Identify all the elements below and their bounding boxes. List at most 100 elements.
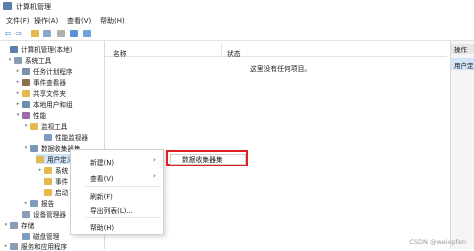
tree-toggle[interactable]: ▸ xyxy=(14,79,22,85)
tree-toggle[interactable]: ▾ xyxy=(22,123,30,129)
context-menu-view[interactable]: 查看(V) › xyxy=(71,170,163,183)
device-manager-icon xyxy=(22,210,30,218)
column-header-name[interactable]: 名称 xyxy=(113,48,127,58)
menu-item-label: 刷新(F) xyxy=(90,193,113,201)
tree-node-label: 用户定义 xyxy=(47,156,70,164)
submenu-item-label: 数据收集器集 xyxy=(182,156,223,164)
tree-toggle[interactable]: ▾ xyxy=(22,145,30,151)
column-header-status[interactable]: 状态 xyxy=(227,48,241,58)
empty-list-message: 这里没有任何项目。 xyxy=(250,65,312,73)
tree-node-performance[interactable]: ▾ 性能 xyxy=(14,110,46,120)
tree-node-label: 本地用户和组 xyxy=(33,101,73,109)
tree-node-storage[interactable]: ▾ 存储 xyxy=(2,220,34,230)
data-collector-icon xyxy=(30,144,38,152)
folder-icon xyxy=(22,89,30,97)
folder-icon xyxy=(30,122,38,130)
clock-icon xyxy=(22,67,30,75)
tree-node-label: 系统工具 xyxy=(25,57,52,65)
tree-node-disk-management[interactable]: 磁盘管理 xyxy=(14,231,59,241)
export-icon[interactable] xyxy=(82,29,92,38)
tree-node-label: 监视工具 xyxy=(41,123,68,131)
back-icon[interactable]: ⇦ xyxy=(3,29,13,38)
tools-icon xyxy=(14,56,22,64)
up-folder-icon[interactable] xyxy=(30,29,40,38)
tree-node-label: 存储 xyxy=(21,222,35,230)
tree-node-event-trace[interactable]: 事件 xyxy=(44,176,70,186)
submenu-data-collector-set[interactable]: 数据收集器集 xyxy=(166,150,248,166)
menu-item-label: 新建(N) xyxy=(90,159,114,167)
services-icon xyxy=(10,242,18,250)
tree-toggle[interactable]: ▾ xyxy=(2,222,10,228)
disk-icon xyxy=(22,232,30,240)
menu-view[interactable]: 查看(V) xyxy=(67,16,91,26)
actions-header: 操作 xyxy=(451,44,474,54)
tree-node-label: 任务计划程序 xyxy=(33,68,73,76)
menu-item-label: 导出列表(L)... xyxy=(90,207,133,215)
tree-node-startup-trace[interactable]: 启动 xyxy=(44,187,70,197)
tree-node-shared-folders[interactable]: ▸ 共享文件夹 xyxy=(14,88,66,98)
forward-icon[interactable]: ⇨ xyxy=(14,29,24,38)
context-menu-new[interactable]: 新建(N) › xyxy=(71,154,163,167)
menu-separator xyxy=(85,217,161,218)
tree-node-label: 事件 xyxy=(55,178,69,186)
toolbar: ⇦ ⇨ xyxy=(0,27,474,41)
tree-node-services-applications[interactable]: ▸ 服务和应用程序 xyxy=(2,241,67,251)
folder-icon xyxy=(36,155,44,163)
tree-toggle[interactable]: ▸ xyxy=(14,68,22,74)
tree-toggle[interactable]: ▸ xyxy=(14,90,22,96)
console-tree-icon[interactable] xyxy=(42,29,52,38)
tree-node-label: 设备管理器 xyxy=(33,211,66,219)
actions-pane: 操作 用户定义 xyxy=(450,41,474,249)
tree-node-label: 性能监视器 xyxy=(55,134,88,142)
context-menu: 新建(N) › 查看(V) › 刷新(F) 导出列表(L)... 帮助(H) xyxy=(70,149,164,235)
tree-node-system[interactable]: ▸ 系统 xyxy=(36,165,70,175)
column-divider[interactable] xyxy=(221,44,222,56)
tree-node-label: 共享文件夹 xyxy=(33,90,66,98)
menu-separator xyxy=(85,186,161,187)
tree-node-user-defined[interactable]: 用户定义 xyxy=(36,154,70,164)
folder-icon xyxy=(44,166,52,174)
folder-icon xyxy=(44,177,52,185)
tree-node-task-scheduler[interactable]: ▸ 任务计划程序 xyxy=(14,66,73,76)
computer-icon xyxy=(10,45,18,53)
tree-node-label: 磁盘管理 xyxy=(33,233,60,241)
performance-icon xyxy=(22,111,30,119)
list-header: 名称 状态 xyxy=(105,41,447,58)
tree-node-label: 事件查看器 xyxy=(33,79,66,87)
window-title: 计算机管理 xyxy=(16,3,51,11)
tree-node-label: 报告 xyxy=(41,200,55,208)
title-bar: 计算机管理 xyxy=(0,0,474,13)
tree-toggle[interactable]: ▾ xyxy=(14,112,22,118)
menu-action[interactable]: 操作(A) xyxy=(34,16,58,26)
tree-node-performance-monitor[interactable]: 性能监视器 xyxy=(36,132,88,142)
tree-node-label: 系统 xyxy=(55,167,69,175)
tree-node-reports[interactable]: ▸ 报告 xyxy=(22,198,54,208)
context-menu-help[interactable]: 帮助(H) xyxy=(71,219,163,232)
tree-node-system-tools[interactable]: ▾ 系统工具 xyxy=(6,55,51,65)
tree-toggle[interactable]: ▸ xyxy=(14,101,22,107)
event-viewer-icon xyxy=(22,78,30,86)
menu-file[interactable]: 文件(F) xyxy=(6,16,30,26)
context-menu-refresh[interactable]: 刷新(F) xyxy=(71,188,163,201)
tree-node-label: 启动 xyxy=(55,189,69,197)
tree-toggle[interactable]: ▸ xyxy=(36,167,44,173)
properties-icon[interactable] xyxy=(56,29,66,38)
submenu-arrow-icon: › xyxy=(153,172,156,180)
menu-help[interactable]: 帮助(H) xyxy=(100,16,125,26)
monitor-icon xyxy=(44,133,52,141)
tree-node-local-users[interactable]: ▸ 本地用户和组 xyxy=(14,99,73,109)
tree-node-monitoring-tools[interactable]: ▾ 监视工具 xyxy=(22,121,67,131)
tree-toggle[interactable]: ▸ xyxy=(2,243,10,249)
submenu-arrow-icon: › xyxy=(153,156,156,164)
help-icon[interactable] xyxy=(69,29,79,38)
tree-toggle[interactable]: ▾ xyxy=(6,57,14,63)
tree-node-event-viewer[interactable]: ▸ 事件查看器 xyxy=(14,77,66,87)
tree-toggle[interactable]: ▸ xyxy=(22,200,30,206)
actions-subheader[interactable]: 用户定义 xyxy=(451,58,474,70)
context-menu-export-list[interactable]: 导出列表(L)... xyxy=(71,202,163,215)
tree-node-device-manager[interactable]: 设备管理器 xyxy=(14,209,66,219)
report-icon xyxy=(30,199,38,207)
tree-node-label: 性能 xyxy=(33,112,47,120)
menu-item-label: 帮助(H) xyxy=(90,224,115,232)
tree-node-computer-management[interactable]: 计算机管理(本地) xyxy=(2,44,72,54)
